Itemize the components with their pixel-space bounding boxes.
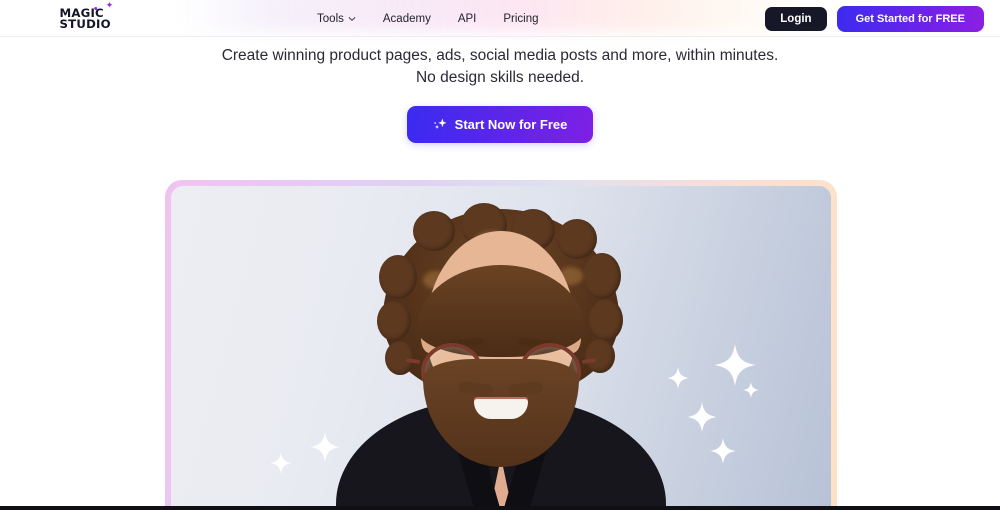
nav-item-label: Tools xyxy=(317,12,344,25)
page-root: MAGIC STUDIO ✦ Tools Academy API Pricing xyxy=(0,0,1000,510)
nav-item-tools[interactable]: Tools xyxy=(317,13,356,25)
portrait-mustache-right xyxy=(508,380,544,398)
sparkle-icon xyxy=(270,452,292,474)
portrait-smile xyxy=(474,399,528,419)
nav-item-academy[interactable]: Academy xyxy=(383,13,431,25)
hero-subheadline-line-2: No design skills needed. xyxy=(415,69,585,86)
main-navigation: Tools Academy API Pricing xyxy=(317,13,559,25)
logo-line-2: STUDIO xyxy=(59,16,111,31)
chevron-down-icon xyxy=(348,15,356,23)
nav-item-api[interactable]: API xyxy=(458,13,477,25)
hero-subheadline: Create winning product pages, ads, socia… xyxy=(0,45,1000,89)
sparkle-icon xyxy=(433,117,448,132)
start-now-for-free-label: Start Now for Free xyxy=(454,117,568,132)
site-header: MAGIC STUDIO ✦ Tools Academy API Pricing xyxy=(0,0,1000,37)
get-started-button[interactable]: Get Started for FREE xyxy=(836,5,984,32)
nav-item-pricing[interactable]: Pricing xyxy=(503,13,538,25)
portrait-mustache-left xyxy=(458,380,494,398)
sparkle-icon xyxy=(710,438,736,464)
start-now-for-free-button[interactable]: Start Now for Free xyxy=(406,106,594,143)
nav-item-label: Academy xyxy=(382,12,431,25)
hero-cta-wrapper: Start Now for Free xyxy=(0,106,1000,143)
nav-item-label: Pricing xyxy=(503,12,539,25)
login-button[interactable]: Login xyxy=(765,6,827,31)
header-actions: Login Get Started for FREE xyxy=(765,5,984,32)
sparkle-icon xyxy=(687,402,717,432)
sparkle-icon: ✦ xyxy=(105,0,114,11)
hero-subheadline-line-1: Create winning product pages, ads, socia… xyxy=(221,47,779,64)
showcase-image xyxy=(171,186,831,510)
hero-section: Create winning product pages, ads, socia… xyxy=(0,37,1000,143)
logo-magic-studio[interactable]: MAGIC STUDIO ✦ xyxy=(59,1,113,31)
showcase-image-card[interactable] xyxy=(165,180,837,510)
sparkle-icon xyxy=(743,382,759,398)
nav-item-label: API xyxy=(457,12,477,25)
portrait-illustration xyxy=(331,189,671,510)
browser-bottom-edge xyxy=(0,506,1000,510)
sparkle-icon xyxy=(714,344,756,386)
